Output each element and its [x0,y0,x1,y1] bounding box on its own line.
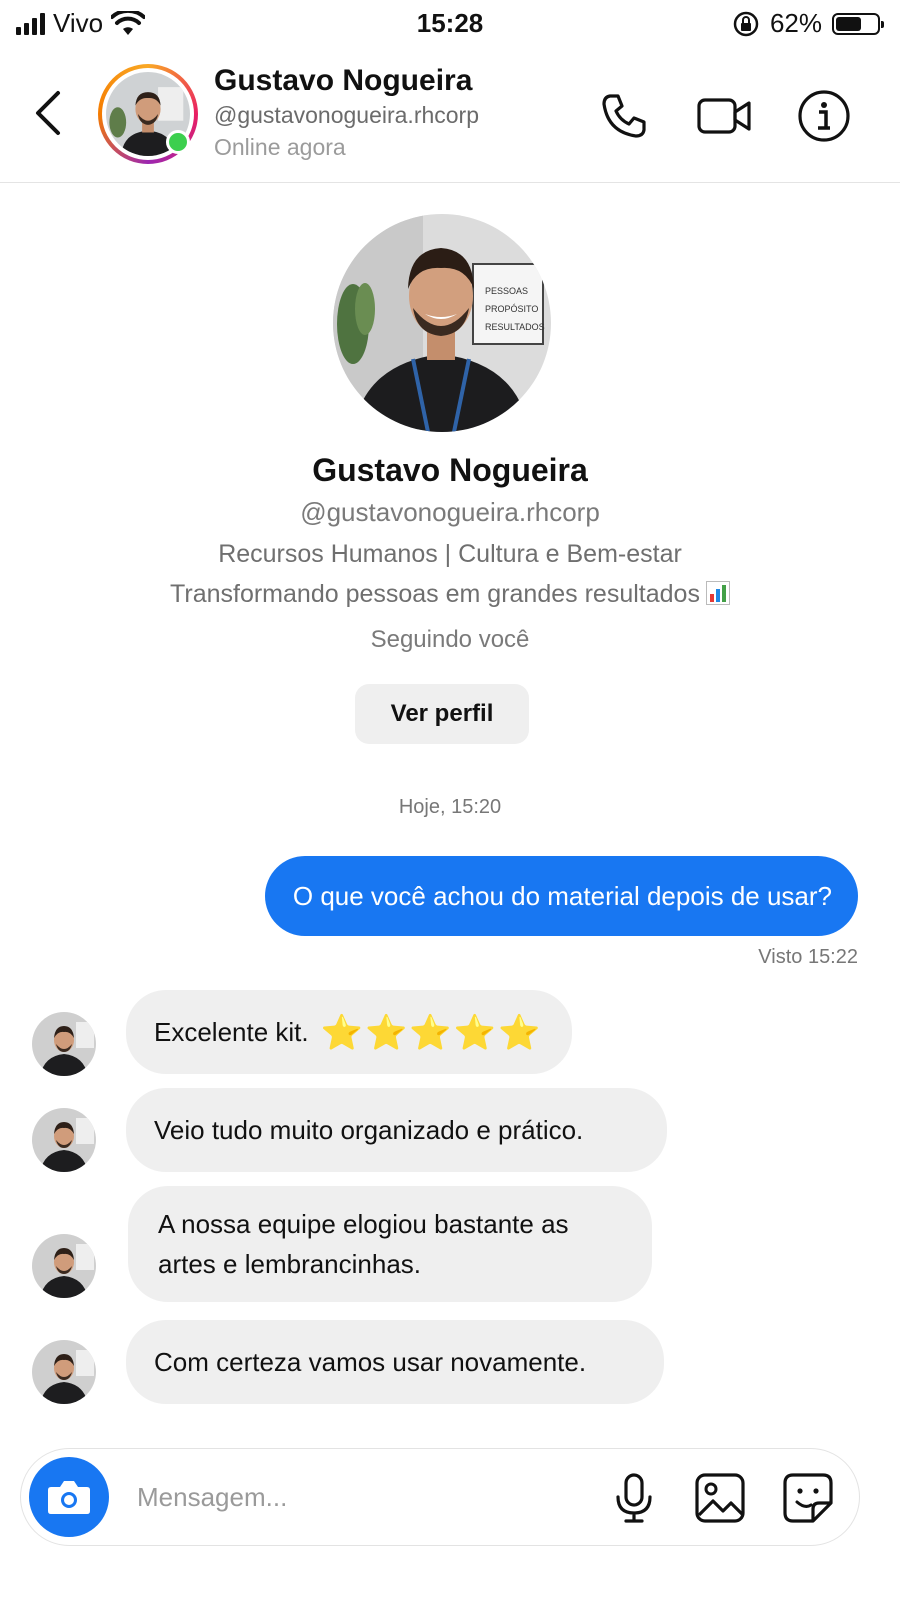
profile-handle: @gustavonogueira.rhcorp [300,497,600,527]
poster-line-1: PESSOAS [485,286,528,296]
profile-name: Gustavo Nogueira [312,452,588,488]
view-profile-button[interactable]: Ver perfil [355,684,529,744]
chat-header: Gustavo Nogueira @gustavonogueira.rhcorp… [0,52,900,183]
battery-percent: 62% [769,8,822,38]
sticker-icon[interactable] [781,1471,835,1525]
poster-line-2: PROPÓSITO [485,304,538,314]
profile-bio-line-2-text: Transformando pessoas em grandes resulta… [170,580,700,608]
message-text-line-2: artes e lembrancinhas. [158,1249,422,1279]
incoming-message-bubble[interactable]: Excelente kit. ⭐⭐⭐⭐⭐ [126,990,572,1074]
contact-status: Online agora [214,134,346,160]
sender-avatar[interactable] [32,1012,96,1076]
message-text: Veio tudo muito organizado e prático. [154,1115,584,1145]
sender-avatar[interactable] [32,1108,96,1172]
contact-handle: @gustavonogueira.rhcorp [214,102,480,128]
incoming-message-bubble[interactable]: Veio tudo muito organizado e prático. [126,1088,667,1172]
chat-date-label: Hoje, 15:20 [398,796,502,818]
info-icon[interactable] [796,88,852,144]
poster-line-3: RESULTADOS [485,322,545,332]
five-stars-icon: ⭐⭐⭐⭐⭐ [320,1014,543,1052]
phone-icon[interactable] [596,88,652,144]
message-text-line-1: A nossa equipe elogiou bastante as [158,1209,569,1239]
seen-receipt: Visto 15:22 [758,946,858,968]
online-indicator [166,130,190,154]
message-composer [20,1448,860,1546]
status-bar: Vivo 15:28 62% [0,0,900,50]
microphone-icon[interactable] [607,1471,661,1525]
rotation-lock-icon [733,11,759,36]
camera-button[interactable] [29,1457,109,1537]
contact-name[interactable]: Gustavo Nogueira [214,64,472,98]
profile-bio-line-2: Transformando pessoas em grandes resulta… [0,580,900,609]
message-input[interactable] [135,1471,569,1523]
profile-photo[interactable]: PESSOAS PROPÓSITO RESULTADOS [333,214,551,432]
incoming-message-bubble[interactable]: Com certeza vamos usar novamente. [126,1320,664,1404]
sender-avatar[interactable] [32,1234,96,1298]
video-camera-icon[interactable] [696,88,752,144]
bar-chart-icon [705,581,730,605]
back-chevron-icon[interactable] [30,88,70,138]
profile-bio-line-1: Recursos Humanos | Cultura e Bem-estar [218,540,682,568]
incoming-message-bubble[interactable]: A nossa equipe elogiou bastante as artes… [128,1186,652,1302]
status-right: 62% [732,8,884,39]
camera-icon [48,1481,90,1514]
sender-avatar[interactable] [32,1340,96,1404]
message-text: Com certeza vamos usar novamente. [154,1347,587,1377]
follow-status: Seguindo você [370,626,530,653]
gallery-icon[interactable] [693,1471,747,1525]
message-text: Excelente kit. [154,1017,309,1047]
outgoing-message[interactable]: O que você achou do material depois de u… [264,856,858,936]
battery-icon [832,12,884,35]
